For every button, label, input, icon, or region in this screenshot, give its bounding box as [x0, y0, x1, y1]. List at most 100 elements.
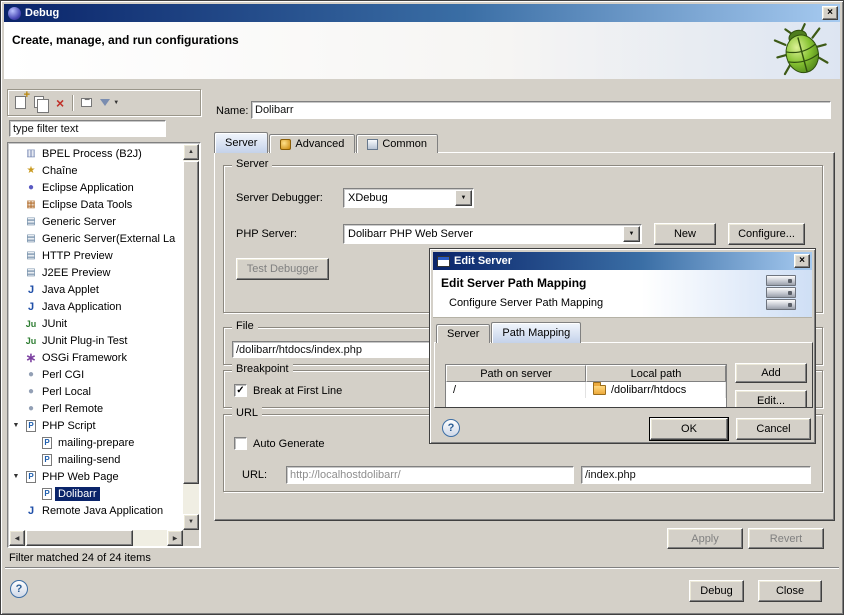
scroll-down-button[interactable]: ▼ [183, 514, 199, 530]
server-icon [23, 249, 39, 263]
ok-button[interactable]: OK [650, 418, 728, 440]
auto-generate-checkbox[interactable] [234, 437, 247, 450]
close-edit-server-button[interactable]: × [794, 254, 810, 268]
tree-item[interactable]: Perl CGI [9, 366, 183, 383]
base-url-input[interactable] [286, 466, 574, 484]
eclipse-window-icon [8, 7, 21, 20]
tree-item-label: Dolibarr [55, 487, 100, 501]
tree-item[interactable]: Generic Server(External La [9, 230, 183, 247]
tree-item-label: mailing-prepare [55, 436, 137, 450]
delete-configuration-button[interactable]: × [56, 94, 64, 112]
tree-item[interactable]: BPEL Process (B2J) [9, 145, 183, 162]
tree-item-label: BPEL Process (B2J) [39, 147, 145, 161]
tab-server[interactable]: Server [214, 132, 268, 153]
perl-icon [23, 368, 39, 382]
file-group-legend: File [232, 320, 258, 332]
vertical-scrollbar-thumb[interactable] [183, 161, 199, 484]
filter-input[interactable] [9, 120, 166, 137]
footer-separator [5, 567, 839, 569]
titlebar[interactable]: Debug × [4, 4, 840, 22]
collapse-all-button[interactable] [81, 94, 92, 112]
test-debugger-button[interactable]: Test Debugger [236, 258, 329, 280]
apply-button[interactable]: Apply [667, 528, 743, 549]
break-at-first-line-label: Break at First Line [253, 385, 342, 397]
tree-item[interactable]: Generic Server [9, 213, 183, 230]
tree-item[interactable]: mailing-prepare [9, 434, 183, 451]
tree-item[interactable]: Perl Remote [9, 400, 183, 417]
break-at-first-line-checkbox[interactable]: ✓ [234, 384, 247, 397]
close-window-button[interactable]: × [822, 6, 838, 20]
tree-item[interactable]: ▼PHP Script [9, 417, 183, 434]
tab-common[interactable]: Common [356, 134, 438, 153]
tree-vertical-scrollbar[interactable]: ▲ ▼ [183, 144, 199, 530]
local-path-cell: /dolibarr/htdocs [586, 382, 726, 398]
tree-item-label: Perl CGI [39, 368, 87, 382]
horizontal-scrollbar-thumb[interactable] [26, 530, 133, 546]
tree-item[interactable]: J2EE Preview [9, 264, 183, 281]
tree-item[interactable]: Java Applet [9, 281, 183, 298]
tree-item[interactable]: OSGi Framework [9, 349, 183, 366]
tree-item-label: Java Applet [39, 283, 102, 297]
tree-item[interactable]: HTTP Preview [9, 247, 183, 264]
dropdown-icon[interactable]: ▼ [623, 226, 640, 242]
java-icon [23, 504, 39, 518]
tree-item[interactable]: Java Application [9, 298, 183, 315]
column-path-on-server[interactable]: Path on server [446, 365, 586, 382]
server-debugger-select[interactable]: XDebug ▼ [343, 188, 474, 208]
tree-item[interactable]: mailing-send [9, 451, 183, 468]
add-mapping-button[interactable]: Add [735, 363, 807, 383]
twistie-expanded-icon[interactable]: ▼ [9, 422, 23, 429]
duplicate-configuration-button[interactable] [34, 94, 48, 112]
scroll-left-button[interactable]: ◀ [9, 530, 25, 546]
tree-item-label: OSGi Framework [39, 351, 130, 365]
tree-rows: BPEL Process (B2J) Chaîne Eclipse Applic… [9, 145, 183, 530]
tree-item[interactable]: Eclipse Data Tools [9, 196, 183, 213]
server-icon [23, 232, 39, 246]
cancel-button[interactable]: Cancel [736, 418, 811, 440]
table-row[interactable]: / /dolibarr/htdocs [446, 382, 726, 398]
twistie-expanded-icon[interactable]: ▼ [9, 473, 23, 480]
new-server-button[interactable]: New [654, 223, 716, 245]
tree-item-label: Generic Server(External La [39, 232, 178, 246]
scroll-right-button[interactable]: ▶ [167, 530, 183, 546]
tree-item[interactable]: Eclipse Application [9, 179, 183, 196]
close-button[interactable]: Close [758, 580, 822, 602]
tree-item[interactable]: JUnit Plug-in Test [9, 332, 183, 349]
tree-item[interactable]: Chaîne [9, 162, 183, 179]
eclipse-app-icon [23, 181, 39, 195]
tree-item[interactable]: Perl Local [9, 383, 183, 400]
break-at-first-line-row: ✓ Break at First Line [234, 384, 342, 397]
tree-item-label: Perl Remote [39, 402, 106, 416]
check-icon: ✓ [236, 386, 244, 396]
debug-button[interactable]: Debug [689, 580, 744, 602]
revert-button[interactable]: Revert [748, 528, 824, 549]
tab-path-mapping[interactable]: Path Mapping [491, 322, 581, 343]
filter-menu-button[interactable]: ▼ [100, 94, 119, 112]
configure-button[interactable]: Configure... [728, 223, 805, 245]
scroll-up-button[interactable]: ▲ [183, 144, 199, 160]
php-page-icon [42, 454, 52, 466]
php-server-select[interactable]: Dolibarr PHP Web Server ▼ [343, 224, 642, 244]
tree-item[interactable]: ▼PHP Web Page [9, 468, 183, 485]
edit-mapping-button[interactable]: Edit... [735, 390, 807, 408]
edit-server-titlebar[interactable]: Edit Server × [433, 252, 812, 270]
help-button[interactable]: ? [10, 580, 28, 598]
dropdown-icon[interactable]: ▼ [455, 190, 472, 206]
tree-item-selected[interactable]: Dolibarr [9, 485, 183, 502]
edit-server-dialog: Edit Server × Edit Server Path Mapping C… [429, 248, 816, 444]
tree-horizontal-scrollbar[interactable]: ◀ ▶ [9, 530, 183, 546]
name-label: Name: [216, 105, 248, 117]
tree-item[interactable]: JUnit [9, 315, 183, 332]
column-local-path[interactable]: Local path [586, 365, 726, 382]
auto-generate-label: Auto Generate [253, 438, 325, 450]
new-configuration-button[interactable] [15, 94, 26, 112]
tab-server[interactable]: Server [436, 324, 490, 343]
tree-item[interactable]: Remote Java Application [9, 502, 183, 519]
edit-server-help-button[interactable]: ? [442, 419, 460, 437]
name-input[interactable] [251, 101, 831, 119]
tree-item-label: HTTP Preview [39, 249, 116, 263]
tab-advanced[interactable]: Advanced [269, 134, 355, 153]
php-page-icon [26, 420, 36, 432]
help-icon: ? [16, 583, 23, 595]
url-path-input[interactable] [581, 466, 811, 484]
